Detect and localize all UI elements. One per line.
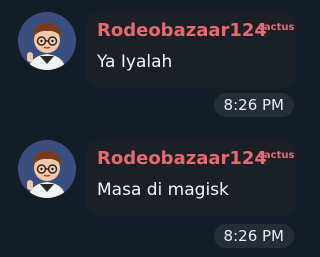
message-bubble[interactable]: Rodeobazaar124 cactus Masa di magisk [86,140,296,216]
message-time: 8:26 PM [213,93,294,117]
cartoon-boy-avatar-icon [18,140,76,198]
message-text: Ya Iyalah [97,52,173,72]
sender-name[interactable]: Rodeobazaar124 [97,148,267,169]
sender-row: Rodeobazaar124 cactus [97,148,294,169]
avatar[interactable] [18,140,76,198]
sender-row: Rodeobazaar124 cactus [97,20,294,41]
message-time: 8:26 PM [213,224,294,248]
sender-tag: cactus [258,22,295,33]
message-text: Masa di magisk [97,180,229,200]
message-bubble[interactable]: Rodeobazaar124 cactus Ya Iyalah [86,12,296,88]
cartoon-boy-avatar-icon [18,12,76,70]
sender-name[interactable]: Rodeobazaar124 [97,20,267,41]
avatar[interactable] [18,12,76,70]
chat-view: Rodeobazaar124 cactus Ya Iyalah 8:26 PM [0,0,320,257]
sender-tag: cactus [258,150,295,161]
